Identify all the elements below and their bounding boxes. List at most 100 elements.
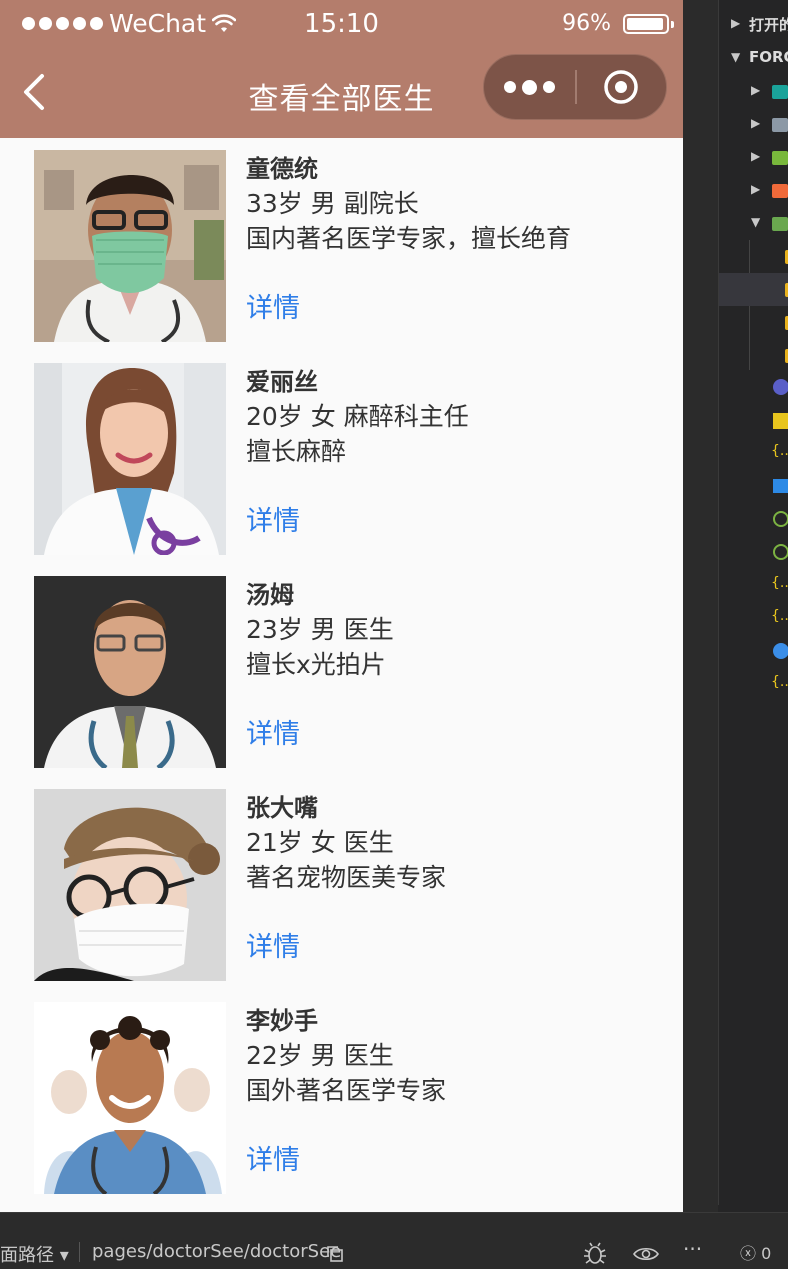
folder-icon: [772, 184, 788, 198]
detail-link[interactable]: 详情: [246, 286, 300, 325]
doctor-card[interactable]: 童德统 33岁 男 副院长 国内著名医学专家，擅长绝育 详情: [34, 150, 654, 342]
doctor-card[interactable]: 李妙手 22岁 男 医生 国外著名医学专家 详情: [34, 1002, 654, 1194]
doctor-photo: [34, 1002, 226, 1194]
eye-icon[interactable]: [632, 1245, 660, 1263]
divider: [79, 1242, 80, 1262]
json-file-icon: {..: [771, 575, 788, 591]
battery-percent: 96%: [562, 11, 611, 36]
tree-item[interactable]: [719, 405, 788, 438]
navigation-bar: 查看全部医生: [0, 46, 683, 138]
project-label: FORG: [749, 48, 788, 66]
tree-item[interactable]: ▶: [719, 141, 788, 174]
phone-simulator: WeChat 15:10 96% 查看全部医生 童德统 33岁 男 副院长 国内…: [0, 0, 683, 1212]
tree-item[interactable]: [719, 504, 788, 537]
tree-item[interactable]: [719, 306, 788, 339]
tree-item[interactable]: {..: [719, 570, 788, 603]
open-editors-label: 打开的: [749, 16, 788, 34]
hexagon-icon: [773, 379, 788, 395]
doctor-meta: 33岁 男 副院长: [246, 189, 419, 218]
ide-status-bar: 面路径 ▾ pages/doctorSee/doctorSee ···: [0, 1212, 788, 1269]
doctor-info: 李妙手 22岁 男 医生 国外著名医学专家: [246, 1002, 654, 1108]
doctor-description: 国外著名医学专家: [246, 1076, 447, 1105]
doctor-description: 国内著名医学专家，擅长绝育: [246, 224, 572, 253]
open-editors-section[interactable]: ▶ 打开的: [719, 8, 788, 41]
tree-item[interactable]: ▶: [719, 108, 788, 141]
menu-capsule: [483, 54, 667, 120]
tree-item[interactable]: ▼: [719, 207, 788, 240]
doctor-photo: [34, 789, 226, 981]
doctor-name: 爱丽丝: [246, 368, 318, 396]
info-icon: [773, 643, 788, 659]
tree-item[interactable]: {..: [719, 669, 788, 702]
chevron-right-icon: ▶: [751, 149, 761, 163]
tree-item[interactable]: [719, 240, 788, 273]
doctor-description: 擅长x光拍片: [246, 650, 386, 679]
doctor-name: 张大嘴: [246, 794, 318, 822]
tree-item[interactable]: ▶: [719, 174, 788, 207]
tree-item[interactable]: [719, 372, 788, 405]
detail-link[interactable]: 详情: [246, 499, 300, 538]
error-icon: ⓧ: [740, 1244, 757, 1263]
status-right: 96%: [562, 11, 674, 36]
css-file-icon: [773, 479, 788, 493]
tree-item[interactable]: [719, 636, 788, 669]
chevron-right-icon: ▶: [731, 16, 741, 30]
detail-link[interactable]: 详情: [246, 1138, 300, 1177]
folder-open-icon: [772, 217, 788, 231]
detail-link[interactable]: 详情: [246, 712, 300, 751]
tree-item[interactable]: {..: [719, 438, 788, 471]
doctor-meta: 21岁 女 医生: [246, 828, 394, 857]
tree-item[interactable]: [719, 339, 788, 372]
doctor-photo: [34, 363, 226, 555]
node-file-icon: [773, 544, 788, 560]
json-file-icon: {..: [771, 674, 788, 690]
doctor-card[interactable]: 汤姆 23岁 男 医生 擅长x光拍片 详情: [34, 576, 654, 768]
doctor-description: 擅长麻醉: [246, 437, 347, 466]
bug-icon[interactable]: [582, 1240, 608, 1266]
doctor-meta: 20岁 女 麻醉科主任: [246, 402, 469, 431]
chevron-right-icon: ▶: [751, 83, 761, 97]
doctor-photo: [34, 576, 226, 768]
json-file-icon: {..: [771, 443, 788, 459]
battery-icon: [623, 13, 674, 34]
json-file-icon: {..: [771, 608, 788, 624]
project-section[interactable]: ▼ FORG: [719, 42, 788, 75]
chevron-right-icon: ▶: [751, 116, 761, 130]
detail-link[interactable]: 详情: [246, 925, 300, 964]
folder-icon: [772, 85, 788, 99]
more-dots-icon[interactable]: [484, 55, 575, 119]
tree-item[interactable]: [719, 471, 788, 504]
tree-item[interactable]: [719, 537, 788, 570]
doctor-info: 爱丽丝 20岁 女 麻醉科主任 擅长麻醉: [246, 363, 654, 469]
doctor-description: 著名宠物医美专家: [246, 863, 447, 892]
js-file-icon: [773, 413, 788, 429]
doctor-photo: [34, 150, 226, 342]
tree-item-selected[interactable]: [719, 273, 788, 306]
tree-item[interactable]: ▶: [719, 75, 788, 108]
doctor-name: 汤姆: [246, 581, 294, 609]
doctor-info: 汤姆 23岁 男 医生 擅长x光拍片: [246, 576, 654, 682]
error-count[interactable]: ⓧ 0: [740, 1240, 771, 1264]
doctor-name: 李妙手: [246, 1007, 318, 1035]
node-file-icon: [773, 511, 788, 527]
record-circle-icon[interactable]: [576, 55, 666, 119]
tree-item[interactable]: {..: [719, 603, 788, 636]
doctor-info: 张大嘴 21岁 女 医生 著名宠物医美专家: [246, 789, 654, 895]
chevron-right-icon: ▶: [751, 182, 761, 196]
doctor-meta: 23岁 男 医生: [246, 615, 394, 644]
copy-icon[interactable]: [326, 1245, 344, 1263]
folder-icon: [772, 118, 788, 132]
doctor-card[interactable]: 爱丽丝 20岁 女 麻醉科主任 擅长麻醉 详情: [34, 363, 654, 555]
page-path: pages/doctorSee/doctorSee: [92, 1241, 342, 1262]
chevron-down-icon: ▼: [751, 215, 761, 229]
doctor-info: 童德统 33岁 男 副院长 国内著名医学专家，擅长绝育: [246, 150, 654, 256]
page-path-label[interactable]: 面路径 ▾: [0, 1241, 69, 1267]
chevron-down-icon: ▼: [731, 50, 741, 64]
more-icon[interactable]: ···: [683, 1237, 702, 1261]
doctor-card[interactable]: 张大嘴 21岁 女 医生 著名宠物医美专家 详情: [34, 789, 654, 981]
file-explorer-panel: ▶ 打开的 ▼ FORG ▶ ▶ ▶ ▶ ▼ {..: [718, 0, 788, 1212]
status-bar: WeChat 15:10 96%: [0, 0, 683, 46]
doctor-name: 童德统: [246, 155, 318, 183]
doctor-list: 童德统 33岁 男 副院长 国内著名医学专家，擅长绝育 详情 爱丽丝 20岁 女…: [0, 138, 683, 1212]
doctor-meta: 22岁 男 医生: [246, 1041, 394, 1070]
